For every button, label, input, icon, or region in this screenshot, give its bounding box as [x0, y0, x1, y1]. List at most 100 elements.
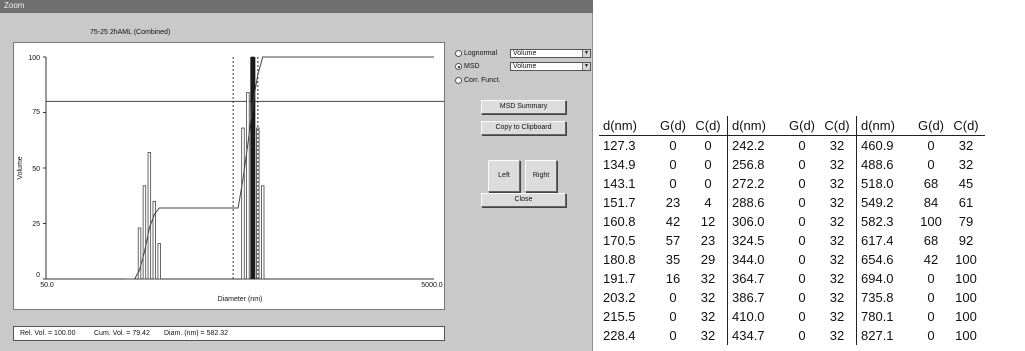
x-axis-label: Diameter (nm)	[218, 296, 263, 303]
table-cell: 654.6	[856, 250, 913, 269]
table-cell: 100	[955, 328, 977, 343]
close-button[interactable]: Close	[481, 193, 566, 207]
column-header: d(nm)	[599, 116, 655, 136]
table-cell: 35	[665, 252, 681, 267]
distribution-data-table: d(nm) G(d) C(d) d(nm) G(d) C(d) d(nm) G(d) C(d) …	[599, 116, 985, 345]
chevron-down-icon[interactable]: ▼	[582, 50, 590, 57]
msd-quantity-value: Volume	[513, 63, 537, 70]
y-tick-label-50: 50	[32, 166, 40, 173]
histogram-bar	[246, 92, 250, 280]
table-cell: 0	[798, 176, 806, 191]
table-cell: 12	[700, 214, 716, 229]
copy-to-clipboard-button[interactable]: Copy to Clipboard	[481, 121, 566, 135]
table-cell: 32	[829, 271, 845, 286]
table-cell: 32	[829, 233, 845, 248]
lognormal-quantity-select[interactable]: Volume ▼	[510, 49, 591, 58]
table-cell: 0	[669, 328, 677, 343]
table-cell: 215.5	[603, 309, 636, 324]
column-header: C(d)	[820, 116, 857, 136]
table-row: 191.7 16 32 364.7 0 32 694.0 0 100	[599, 269, 985, 288]
column-header: G(d)	[655, 116, 691, 136]
table-cell: 228.4	[603, 328, 636, 343]
table-cell: 191.7	[603, 271, 636, 286]
table-row: 203.2 0 32 386.7 0 32 735.8 0 100	[599, 288, 985, 307]
table-cell: 780.1	[856, 307, 913, 326]
histogram-bar	[147, 152, 152, 280]
table-cell: 100	[955, 309, 977, 324]
chevron-down-icon[interactable]: ▼	[582, 63, 590, 70]
column-header: C(d)	[949, 116, 985, 136]
table-cell: 0	[798, 157, 806, 172]
column-header: G(d)	[913, 116, 949, 136]
table-cell: 32	[700, 309, 716, 324]
table-cell: 617.4	[856, 231, 913, 250]
table-cell: 32	[700, 328, 716, 343]
column-header: d(nm)	[856, 116, 913, 136]
msd-quantity-select[interactable]: Volume ▼	[510, 62, 591, 71]
table-cell: 42	[665, 214, 681, 229]
table-cell: 32	[829, 214, 845, 229]
table-cell: 0	[669, 176, 677, 191]
table-cell: 127.3	[603, 138, 636, 153]
table-cell: 0	[669, 138, 677, 153]
window-title: Zoom	[4, 1, 25, 10]
table-cell: 0	[669, 157, 677, 172]
table-cell: 0	[798, 195, 806, 210]
histogram-bar	[157, 243, 161, 280]
table-cell: 0	[927, 290, 935, 305]
cumulative-volume-readout: Cum. Vol. = 79.42	[94, 330, 150, 337]
histogram-bar	[241, 127, 245, 280]
table-cell: 242.2	[727, 135, 784, 155]
corr-funct-label: Corr. Funct.	[464, 77, 501, 84]
table-cell: 92	[958, 233, 974, 248]
table-cell: 4	[704, 195, 712, 210]
graph-title: 75-25 2hAML (Combined)	[90, 29, 171, 36]
table-cell: 32	[829, 157, 845, 172]
x-min-label: 50.0	[40, 282, 54, 289]
table-cell: 143.1	[603, 176, 636, 191]
table-cell: 0	[798, 309, 806, 324]
table-cell: 68	[923, 176, 939, 191]
msd-summary-button[interactable]: MSD Summary	[481, 100, 566, 114]
column-header: d(nm)	[727, 116, 784, 136]
distribution-plot[interactable]: 100 75 50 25 0 50.0 5000.0 Diameter (nm)…	[13, 42, 445, 310]
table-cell: 160.8	[603, 214, 636, 229]
table-cell: 32	[829, 290, 845, 305]
table-cell: 32	[829, 138, 845, 153]
table-row: 170.5 57 23 324.5 0 32 617.4 68 92	[599, 231, 985, 250]
table-cell: 0	[704, 138, 712, 153]
corr-funct-radio[interactable]	[455, 77, 462, 84]
cumulative-curve	[124, 56, 434, 280]
table-cell: 410.0	[727, 307, 784, 326]
table-cell: 0	[798, 252, 806, 267]
table-cell: 180.8	[603, 252, 636, 267]
histogram-bar	[142, 185, 147, 280]
table-cell: 364.7	[727, 269, 784, 288]
table-cell: 23	[665, 195, 681, 210]
table-cell: 79	[958, 214, 974, 229]
table-cell: 460.9	[856, 135, 913, 155]
table-cell: 32	[829, 328, 845, 343]
table-row: 151.7 23 4 288.6 0 32 549.2 84 61	[599, 193, 985, 212]
table-cell: 32	[829, 252, 845, 267]
table-row: 180.8 35 29 344.0 0 32 654.6 42 100	[599, 250, 985, 269]
table-cell: 61	[958, 195, 974, 210]
lognormal-radio[interactable]	[455, 50, 462, 57]
right-button[interactable]: Right	[525, 160, 557, 192]
table-cell: 0	[798, 233, 806, 248]
left-button[interactable]: Left	[488, 160, 520, 192]
table-cell: 32	[958, 157, 974, 172]
right-cursor-bar	[250, 57, 256, 279]
table-cell: 306.0	[727, 212, 784, 231]
table-cell: 0	[927, 138, 935, 153]
table-cell: 324.5	[727, 231, 784, 250]
histogram-bar	[260, 185, 265, 280]
msd-radio[interactable]	[455, 63, 462, 70]
table-cell: 134.9	[603, 157, 636, 172]
table-cell: 0	[798, 290, 806, 305]
lognormal-label: Lognormal	[464, 50, 498, 57]
msd-label: MSD	[464, 63, 480, 70]
table-cell: 694.0	[856, 269, 913, 288]
table-row: 160.8 42 12 306.0 0 32 582.3 100 79	[599, 212, 985, 231]
table-cell: 434.7	[727, 326, 784, 345]
